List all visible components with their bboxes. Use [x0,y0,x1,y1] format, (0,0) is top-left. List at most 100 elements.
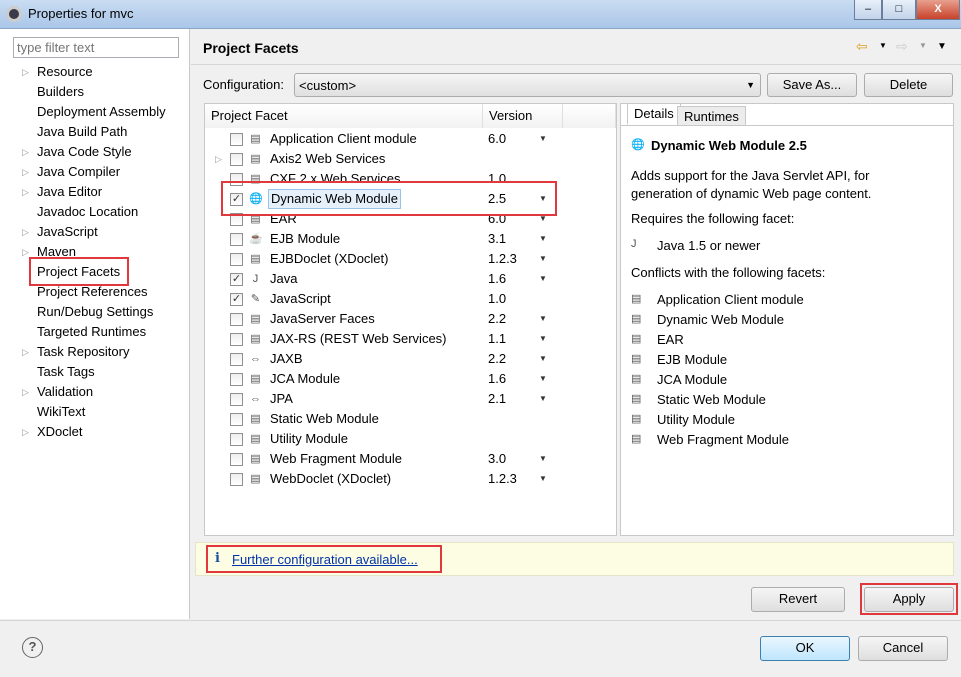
facet-checkbox[interactable] [230,313,243,326]
expand-arrow-icon[interactable]: ▷ [22,182,29,202]
help-icon[interactable]: ? [22,637,43,658]
minimize-button[interactable]: – [854,0,882,20]
chevron-down-icon[interactable]: ▼ [539,229,547,249]
table-row[interactable]: ▤ Application Client module 6.0 ▼ [205,129,616,149]
facet-version[interactable]: 3.0 [488,449,506,469]
table-row[interactable]: ▤ EJBDoclet (XDoclet) 1.2.3 ▼ [205,249,616,269]
table-row[interactable]: ▷ ▤ Axis2 Web Services [205,149,616,169]
view-menu-icon[interactable]: ▼ [937,41,947,52]
sidebar-item[interactable]: ▷ Java Editor [22,182,184,202]
expand-arrow-icon[interactable]: ▷ [22,242,29,262]
chevron-down-icon[interactable]: ▼ [539,249,547,269]
chevron-down-icon[interactable]: ▼ [539,269,547,289]
table-row[interactable]: ▤ Web Fragment Module 3.0 ▼ [205,449,616,469]
sidebar-item[interactable]: Targeted Runtimes [24,322,184,342]
table-row[interactable]: ▤ WebDoclet (XDoclet) 1.2.3 ▼ [205,469,616,489]
sidebar-item[interactable]: ▷ XDoclet [22,422,184,442]
facet-version[interactable]: 2.1 [488,389,506,409]
back-dropdown-icon[interactable]: ▼ [879,41,887,50]
column-header-version[interactable]: Version [483,104,563,128]
facet-checkbox[interactable] [230,333,243,346]
table-row[interactable]: ⇔ JAXB 2.2 ▼ [205,349,616,369]
sidebar-item[interactable]: ▷ Java Code Style [22,142,184,162]
sidebar-item[interactable]: ▷ JavaScript [22,222,184,242]
facet-checkbox[interactable] [230,413,243,426]
facet-version[interactable]: 1.6 [488,269,506,289]
table-row[interactable]: ▤ Utility Module [205,429,616,449]
facet-checkbox[interactable] [230,133,243,146]
facet-version[interactable]: 6.0 [488,129,506,149]
maximize-button[interactable]: □ [882,0,916,20]
expand-arrow-icon[interactable]: ▷ [22,422,29,442]
chevron-down-icon[interactable]: ▼ [539,129,547,149]
facet-checkbox[interactable] [230,393,243,406]
filter-input[interactable] [13,37,179,58]
chevron-down-icon[interactable]: ▼ [539,469,547,489]
tab-details[interactable]: Details [627,103,681,125]
sidebar-item[interactable]: Run/Debug Settings [24,302,184,322]
expand-arrow-icon[interactable]: ▷ [215,149,222,169]
forward-arrow-icon[interactable]: ⇨ [896,38,908,55]
tab-runtimes[interactable]: Runtimes [677,106,746,126]
expand-arrow-icon[interactable]: ▷ [22,162,29,182]
chevron-down-icon[interactable]: ▼ [539,309,547,329]
chevron-down-icon[interactable]: ▼ [539,329,547,349]
table-row[interactable]: ▤ JavaServer Faces 2.2 ▼ [205,309,616,329]
column-header-facet[interactable]: Project Facet [205,104,483,128]
expand-arrow-icon[interactable]: ▷ [22,342,29,362]
revert-button[interactable]: Revert [751,587,845,612]
cancel-button[interactable]: Cancel [858,636,948,661]
sidebar-item[interactable]: Deployment Assembly [24,102,184,122]
expand-arrow-icon[interactable]: ▷ [22,382,29,402]
ok-button[interactable]: OK [760,636,850,661]
delete-button[interactable]: Delete [864,73,953,97]
expand-arrow-icon[interactable]: ▷ [22,62,29,82]
facet-version[interactable]: 2.2 [488,349,506,369]
expand-arrow-icon[interactable]: ▷ [22,222,29,242]
facet-version[interactable]: 3.1 [488,229,506,249]
facet-checkbox[interactable] [230,353,243,366]
back-arrow-icon[interactable]: ⇦ [856,38,868,55]
sidebar-item[interactable]: Java Build Path [24,122,184,142]
facet-version[interactable]: 1.6 [488,369,506,389]
facet-checkbox[interactable] [230,253,243,266]
facet-checkbox[interactable] [230,473,243,486]
facet-checkbox[interactable]: ✓ [230,273,243,286]
table-row[interactable]: ▤ JAX-RS (REST Web Services) 1.1 ▼ [205,329,616,349]
facet-checkbox[interactable] [230,373,243,386]
sidebar-item[interactable]: WikiText [24,402,184,422]
close-button[interactable]: X [916,0,960,20]
table-row[interactable]: ▤ Static Web Module [205,409,616,429]
save-as-button[interactable]: Save As... [767,73,857,97]
facet-checkbox[interactable] [230,233,243,246]
table-row[interactable]: ▤ JCA Module 1.6 ▼ [205,369,616,389]
chevron-down-icon[interactable]: ▼ [539,449,547,469]
conflict-item: ▤ JCA Module [631,372,727,387]
expand-arrow-icon[interactable]: ▷ [22,142,29,162]
forward-dropdown-icon[interactable]: ▼ [919,41,927,50]
facet-checkbox[interactable] [230,153,243,166]
facet-version[interactable]: 1.2.3 [488,249,517,269]
facet-checkbox[interactable] [230,433,243,446]
table-row[interactable]: ⇔ JPA 2.1 ▼ [205,389,616,409]
sidebar-item[interactable]: Javadoc Location [24,202,184,222]
sidebar-item[interactable]: Task Tags [24,362,184,382]
configuration-select[interactable]: <custom> ▼ [294,73,761,97]
table-row[interactable]: ✓ ✎ JavaScript 1.0 [205,289,616,309]
facet-version[interactable]: 1.1 [488,329,506,349]
sidebar-item[interactable]: ▷ Java Compiler [22,162,184,182]
table-row[interactable]: ☕ EJB Module 3.1 ▼ [205,229,616,249]
sidebar-item[interactable]: ▷ Resource [22,62,184,82]
facet-version[interactable]: 1.2.3 [488,469,517,489]
facet-version[interactable]: 2.2 [488,309,506,329]
sidebar-item[interactable]: ▷ Task Repository [22,342,184,362]
facet-checkbox[interactable] [230,453,243,466]
facet-checkbox[interactable]: ✓ [230,293,243,306]
sidebar-item[interactable]: Builders [24,82,184,102]
sidebar-item[interactable]: ▷ Validation [22,382,184,402]
chevron-down-icon[interactable]: ▼ [539,369,547,389]
chevron-down-icon[interactable]: ▼ [539,349,547,369]
title-bar[interactable]: Properties for mvc – □ X [0,0,961,29]
table-row[interactable]: ✓ J Java 1.6 ▼ [205,269,616,289]
chevron-down-icon[interactable]: ▼ [539,389,547,409]
